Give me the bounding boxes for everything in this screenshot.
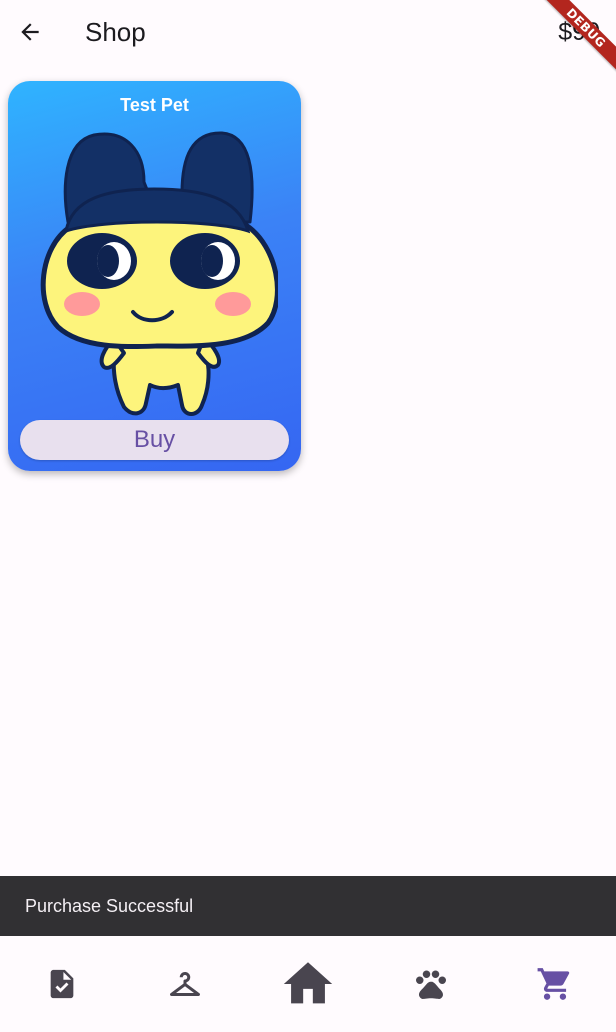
app-root: Shop $90 DEBUG Test Pet Buy Purchase Suc… (0, 0, 616, 1032)
nav-item-pets[interactable] (369, 936, 492, 1032)
hanger-icon (169, 971, 200, 996)
shop-item-card: Test Pet Buy (8, 81, 301, 471)
balance-display: $90 (558, 18, 600, 46)
home-icon (283, 962, 332, 1004)
nav-item-home[interactable] (246, 936, 369, 1032)
app-bar: Shop $90 DEBUG (0, 0, 616, 77)
nav-item-wardrobe[interactable] (123, 936, 246, 1032)
task-document-icon (50, 969, 73, 999)
nav-item-shop[interactable] (493, 936, 616, 1032)
item-name: Test Pet (120, 95, 189, 115)
back-button[interactable] (8, 10, 52, 54)
bottom-navigation (0, 936, 616, 1032)
paw-icon (415, 970, 446, 1000)
pet-image (40, 131, 278, 416)
buy-button[interactable]: Buy (20, 420, 289, 460)
shopping-cart-icon (537, 968, 569, 1000)
nav-item-tasks[interactable] (0, 936, 123, 1032)
snackbar: Purchase Successful (0, 876, 616, 936)
snackbar-message: Purchase Successful (25, 896, 194, 916)
page-title: Shop (85, 17, 146, 47)
arrow-back-icon (21, 23, 39, 41)
